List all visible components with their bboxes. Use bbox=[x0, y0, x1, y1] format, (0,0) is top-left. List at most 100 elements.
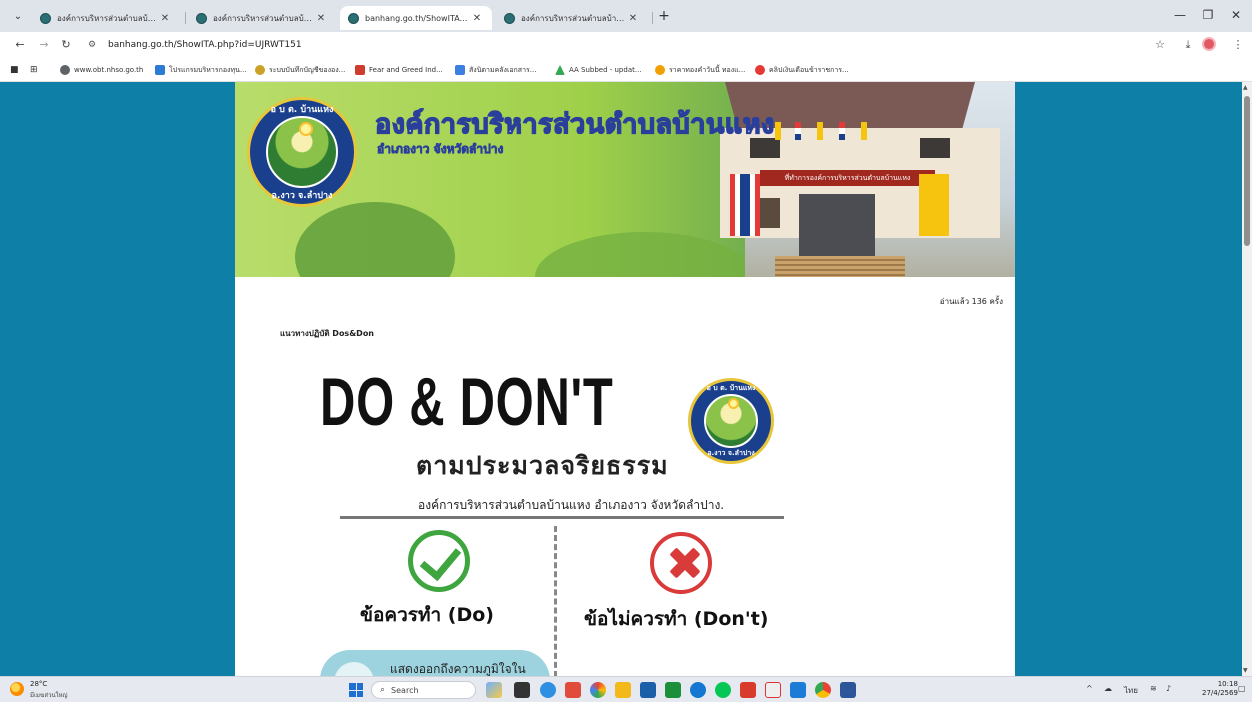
page-scrollbar[interactable]: ▲ ▼ bbox=[1242, 82, 1252, 676]
tab-2[interactable]: องค์การบริหารส่วนตำบลบ้านแหง อำเ ✕ bbox=[188, 6, 336, 30]
forward-arrow-icon[interactable]: → bbox=[36, 37, 52, 53]
bookmark-star-icon[interactable]: ☆ bbox=[1152, 38, 1168, 52]
task-view-icon[interactable] bbox=[514, 682, 530, 698]
system-clock[interactable]: 10:18 27/4/2569 bbox=[1202, 680, 1238, 698]
weather-icon[interactable] bbox=[10, 682, 24, 696]
app-icon-blue[interactable] bbox=[790, 682, 806, 698]
bookmark-item[interactable]: Fear and Greed Ind... bbox=[355, 63, 443, 77]
address-bar-row: ← → ↻ ⚙ banhang.go.th/ShowITA.php?id=UJR… bbox=[0, 32, 1252, 58]
drive-icon bbox=[555, 65, 565, 75]
line-app-icon[interactable] bbox=[715, 682, 731, 698]
app-icon-green[interactable] bbox=[665, 682, 681, 698]
bookmark-item[interactable]: ราคาทองคำวันนี้ ทองแ... bbox=[655, 63, 745, 77]
dont-label: ข้อไม่ควรทำ (Don't) bbox=[584, 608, 769, 630]
bookmark-item[interactable]: AA Subbed - updat... bbox=[555, 63, 642, 77]
close-icon[interactable]: ✕ bbox=[314, 13, 328, 24]
kebab-menu-icon[interactable]: ⋮ bbox=[1230, 38, 1246, 52]
building-entrance bbox=[799, 194, 875, 256]
download-icon[interactable]: ⤓ bbox=[1180, 38, 1196, 52]
seal-icon bbox=[255, 65, 265, 75]
apps-grid-icon[interactable]: ⊞ bbox=[30, 63, 38, 77]
organization-line: องค์การบริหารส่วนตำบลบ้านแหง อำเภองาว จั… bbox=[418, 498, 725, 512]
scroll-up-icon[interactable]: ▲ bbox=[1243, 84, 1248, 91]
office-app-icon[interactable] bbox=[740, 682, 756, 698]
taskbar-search[interactable]: ⌕ Search bbox=[371, 681, 476, 699]
close-window-icon[interactable]: ✕ bbox=[1226, 8, 1246, 22]
wifi-icon[interactable]: ≋ bbox=[1150, 684, 1157, 693]
restore-icon[interactable]: ❐ bbox=[1198, 8, 1218, 22]
url-text[interactable]: banhang.go.th/ShowITA.php?id=UJRWT151 bbox=[108, 40, 302, 50]
tray-chevron-icon[interactable]: ^ bbox=[1086, 684, 1093, 693]
sun-icon bbox=[728, 398, 739, 409]
tab-search-chevron-icon[interactable]: ⌄ bbox=[10, 9, 26, 25]
tab-4[interactable]: องค์การบริหารส่วนตำบลบ้านแหง อำเ ✕ bbox=[496, 6, 648, 30]
bookmark-item[interactable]: ระบบบันทึกบัญชีขององ... bbox=[255, 63, 345, 77]
minimize-icon[interactable]: — bbox=[1170, 8, 1190, 22]
seal-bottom-text: อ.งาว จ.ลำปาง bbox=[707, 449, 755, 457]
store-app-icon[interactable] bbox=[640, 682, 656, 698]
site-favicon-icon bbox=[196, 12, 207, 24]
weather-temperature[interactable]: 28°C bbox=[30, 680, 47, 688]
thai-flag-icon bbox=[730, 174, 760, 236]
tab-3-active[interactable]: banhang.go.th/ShowITA.php?id ✕ bbox=[340, 6, 492, 30]
edge-browser-icon[interactable] bbox=[540, 682, 556, 698]
infographic-subheading: ตามประมวลจริยธรรม bbox=[416, 451, 669, 480]
news-icon bbox=[755, 65, 765, 75]
seal-bottom-text: อ.งาว จ.ลำปาง bbox=[271, 191, 333, 201]
start-windows-icon[interactable] bbox=[349, 683, 363, 697]
scroll-down-icon[interactable]: ▼ bbox=[1243, 667, 1248, 674]
organization-seal-small: อ บ ต. บ้านแหง อ.งาว จ.ลำปาง bbox=[688, 378, 774, 464]
tab-title: banhang.go.th/ShowITA.php?id bbox=[365, 13, 470, 23]
back-arrow-icon[interactable]: ← bbox=[12, 37, 28, 53]
omnibox[interactable]: ⚙ banhang.go.th/ShowITA.php?id=UJRWT151 bbox=[84, 35, 1144, 55]
onedrive-icon[interactable]: ☁ bbox=[1104, 684, 1112, 693]
notification-icon[interactable]: ▢ bbox=[1238, 684, 1246, 693]
edge-alt-icon[interactable] bbox=[690, 682, 706, 698]
app-icon-red[interactable] bbox=[565, 682, 581, 698]
flag-icon bbox=[839, 122, 845, 140]
building-window bbox=[920, 138, 950, 158]
site-favicon-icon bbox=[348, 12, 359, 24]
bookmark-item[interactable]: คลิปเงินเดือนข้าราชการ... bbox=[755, 63, 849, 77]
dashed-divider bbox=[554, 526, 557, 676]
chrome-browser-icon[interactable] bbox=[815, 682, 831, 698]
tab-title: องค์การบริหารส่วนตำบลบ้านแหง อำเ bbox=[57, 13, 158, 23]
widgets-app-icon[interactable] bbox=[486, 682, 502, 698]
close-icon[interactable]: ✕ bbox=[158, 13, 172, 24]
bookmark-item[interactable]: โปรแกรมบริหารกองทุน... bbox=[155, 63, 247, 77]
word-app-icon[interactable] bbox=[840, 682, 856, 698]
bookmark-label: โปรแกรมบริหารกองทุน... bbox=[169, 65, 247, 74]
gold-coin-icon bbox=[655, 65, 665, 75]
file-explorer-icon[interactable] bbox=[615, 682, 631, 698]
bookmark-label: AA Subbed - updat... bbox=[569, 66, 642, 74]
reload-icon[interactable]: ↻ bbox=[58, 37, 74, 53]
profile-avatar[interactable] bbox=[1202, 37, 1216, 51]
bookmark-label: www.obt.nhso.go.th bbox=[74, 66, 144, 74]
sun-icon bbox=[299, 122, 313, 136]
new-tab-button[interactable]: + bbox=[656, 9, 672, 25]
sidebar-toggle-icon[interactable]: ■ bbox=[10, 63, 19, 77]
bookmark-label: Fear and Greed Ind... bbox=[369, 66, 443, 74]
document-icon bbox=[455, 65, 465, 75]
site-banner: ที่ทำการองค์การบริหารส่วนตำบลบ้านแหง อ บ… bbox=[235, 82, 1015, 277]
check-circle-icon bbox=[408, 530, 470, 592]
pdf-reader-icon[interactable] bbox=[765, 682, 781, 698]
scrollbar-thumb[interactable] bbox=[1244, 96, 1250, 246]
search-placeholder: Search bbox=[391, 685, 419, 695]
bookmark-item[interactable]: www.obt.nhso.go.th bbox=[60, 63, 143, 77]
flag-icon bbox=[817, 122, 823, 140]
tab-1[interactable]: องค์การบริหารส่วนตำบลบ้านแหง อำเ ✕ bbox=[32, 6, 180, 30]
close-icon[interactable]: ✕ bbox=[626, 13, 640, 24]
bookmark-label: ระบบบันทึกบัญชีขององ... bbox=[269, 65, 346, 74]
weather-description[interactable]: มีเมฆส่วนใหญ่ bbox=[30, 690, 68, 700]
globe-icon bbox=[60, 65, 70, 75]
do-item-text: แสดงออกถึงความภูมิใจใน bbox=[390, 662, 526, 676]
photos-app-icon[interactable] bbox=[590, 682, 606, 698]
bookmark-item[interactable]: สังนิตามคลังเอกสาร... bbox=[455, 63, 536, 77]
close-icon[interactable]: ✕ bbox=[470, 13, 484, 24]
read-count: อ่านแล้ว 136 ครั้ง bbox=[939, 297, 1003, 306]
volume-icon[interactable]: ♪ bbox=[1166, 684, 1171, 693]
language-indicator[interactable]: ไทย bbox=[1124, 684, 1138, 697]
site-info-icon[interactable]: ⚙ bbox=[88, 40, 102, 50]
clock-date: 27/4/2569 bbox=[1202, 689, 1238, 697]
